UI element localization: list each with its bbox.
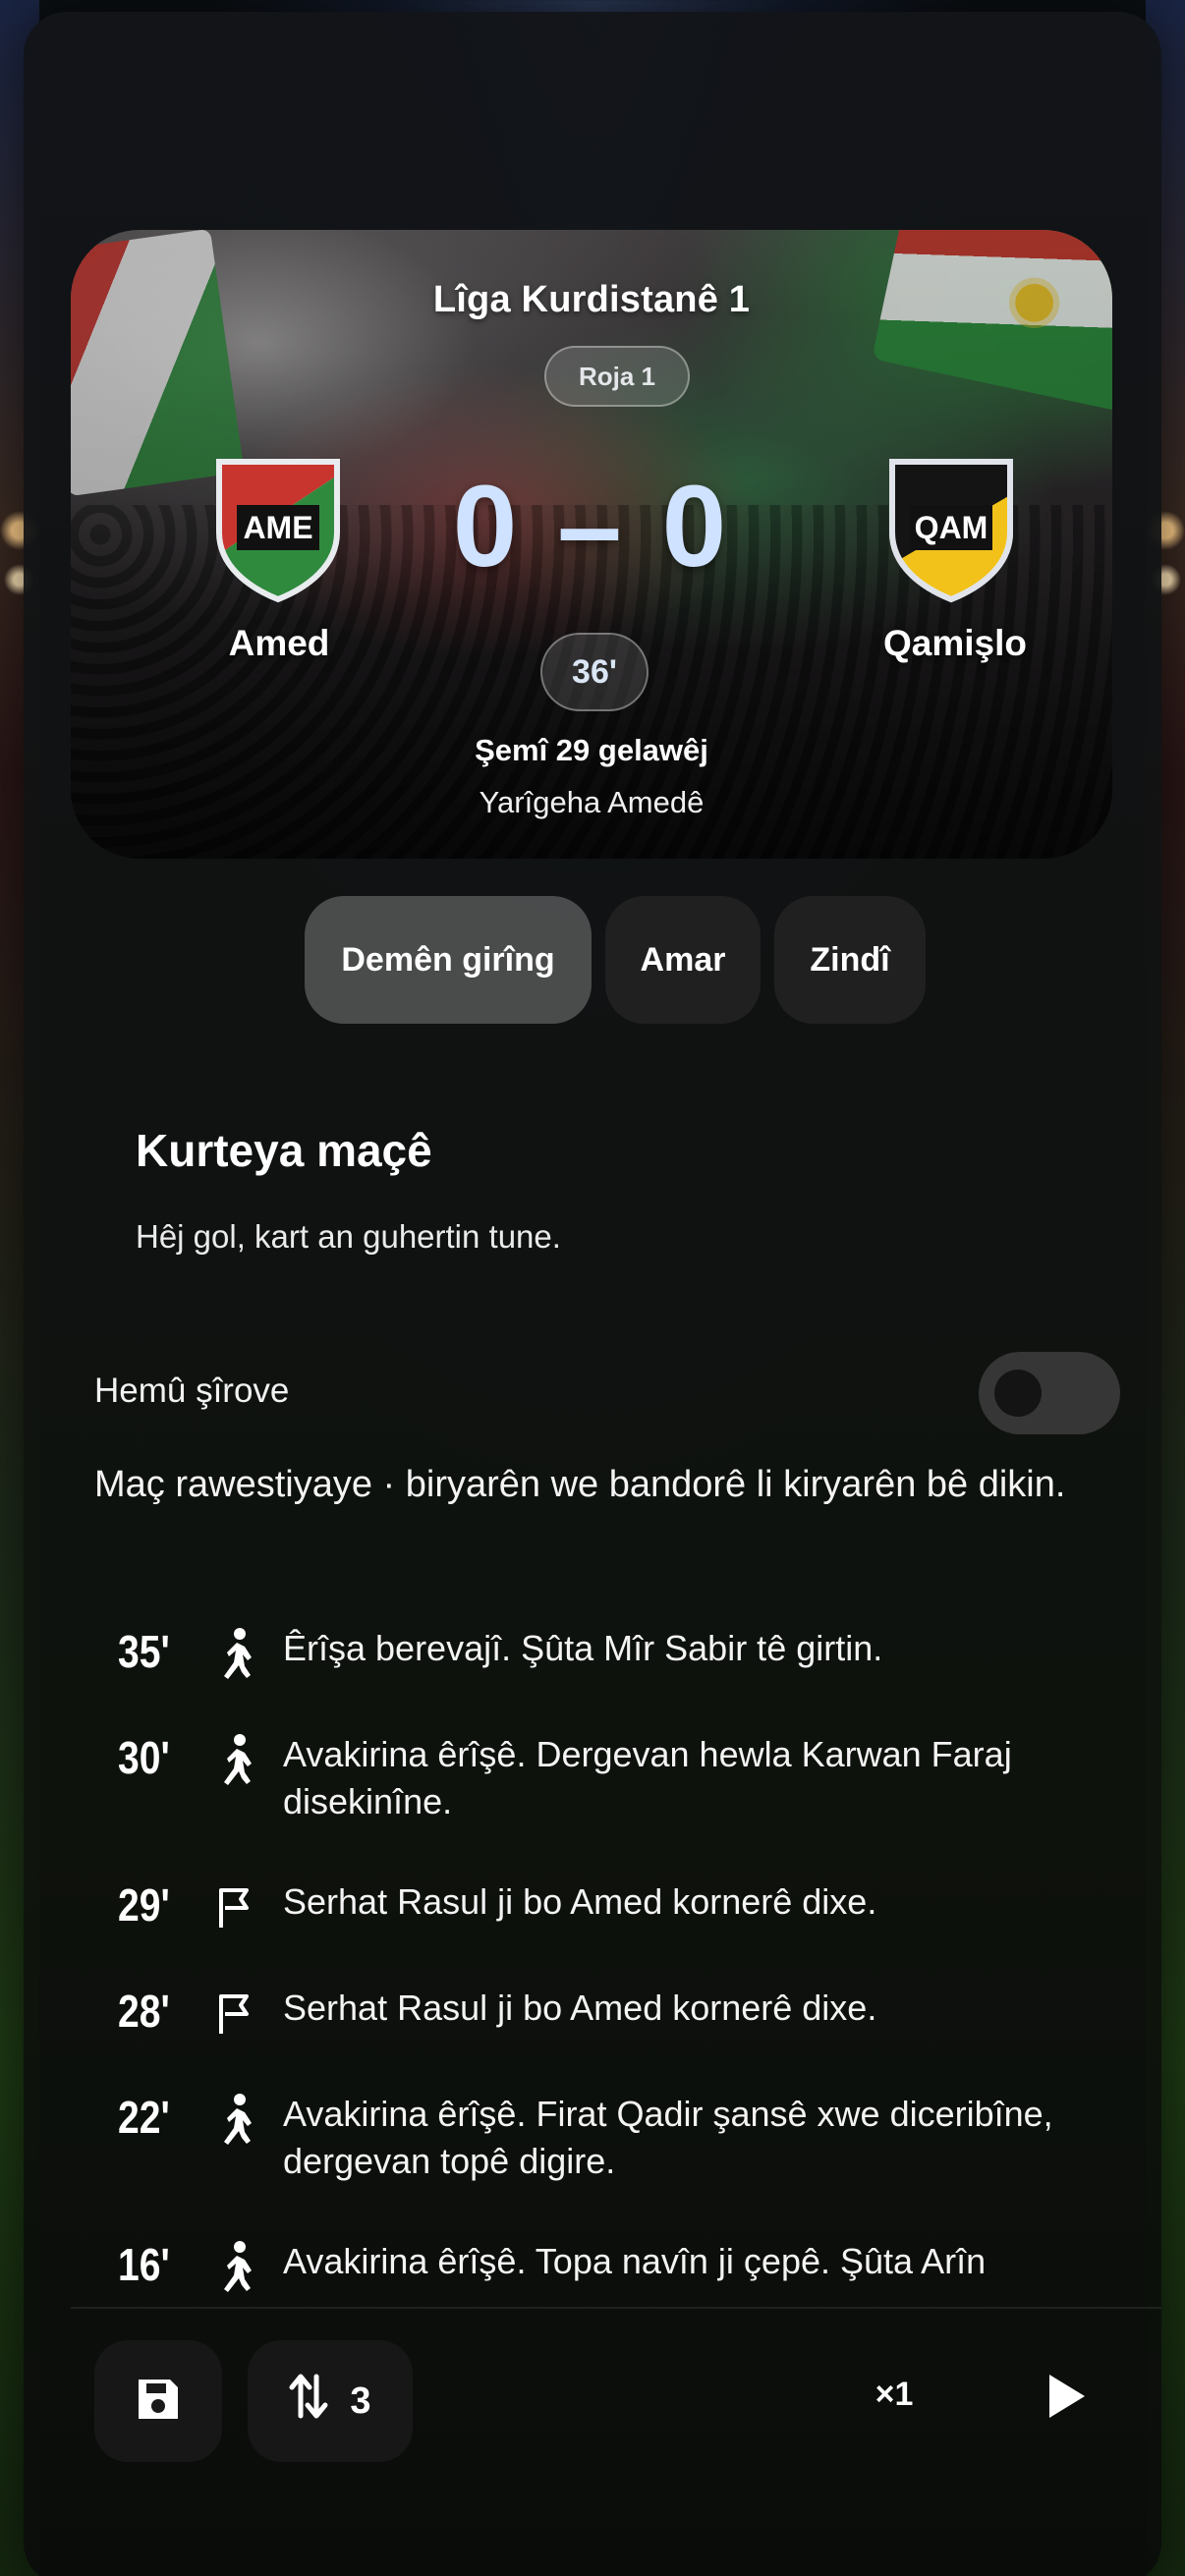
play-button[interactable] (1038, 2364, 1097, 2433)
tab-bar: Demên girîng Amar Zindî (305, 896, 926, 1024)
match-venue: Yarîgeha Amedê (479, 785, 705, 819)
bottom-bar-divider (71, 2307, 1161, 2309)
match-status-text: Maç rawestiyaye · biryarên we bandorê li… (94, 1464, 1066, 1505)
tab-live[interactable]: Zindî (774, 896, 926, 1024)
save-button[interactable] (94, 2340, 222, 2462)
commentary-text: Avakirina êrîşê. Dergevan hewla Karwan F… (283, 1734, 1012, 1821)
substitutions-count: 3 (350, 2380, 371, 2422)
commentary-text: Serhat Rasul ji bo Amed kornerê dixe. (283, 1988, 877, 2028)
save-icon (133, 2374, 184, 2430)
all-commentary-label: Hemû şîrove (94, 1372, 290, 1410)
running-icon (212, 2238, 257, 2297)
running-icon (212, 2091, 257, 2150)
commentary-text: Serhat Rasul ji bo Amed kornerê dixe. (283, 1881, 877, 1922)
league-title: Lîga Kurdistanê 1 (432, 279, 751, 320)
speed-button[interactable]: ×1 (865, 2376, 924, 2414)
away-team-crest: QAM (886, 456, 1016, 603)
round-badge: Roja 1 (544, 346, 690, 407)
match-header-card: Lîga Kurdistanê 1 Roja 1 AME QAM 0 – 0 A… (71, 230, 1112, 859)
commentary-minute: 35' (118, 1626, 170, 1677)
match-date: Şemî 29 gelawêj (475, 733, 708, 767)
commentary-text: Avakirina êrîşê. Topa navîn ji çepê. Şût… (283, 2241, 987, 2281)
running-icon (212, 1625, 257, 1684)
home-team-crest: AME (213, 456, 343, 603)
tab-key-moments[interactable]: Demên girîng (305, 896, 592, 1024)
swap-arrows-icon (289, 2371, 328, 2432)
commentary-minute: 29' (118, 1879, 170, 1931)
home-team-name: Amed (228, 623, 330, 663)
toggle-knob (994, 1370, 1042, 1417)
corner-flag-icon (212, 1985, 257, 2044)
all-commentary-toggle[interactable] (979, 1352, 1120, 1434)
svg-text:AME: AME (243, 510, 312, 545)
play-icon (1045, 2371, 1089, 2427)
match-panel: Lîga Kurdistanê 1 Roja 1 AME QAM 0 – 0 A… (24, 12, 1161, 2576)
commentary-minute: 22' (118, 2092, 170, 2143)
running-icon (212, 1731, 257, 1790)
summary-title: Kurteya maçê (136, 1125, 432, 1176)
tab-stats[interactable]: Amar (605, 896, 761, 1024)
commentary-text: Avakirina êrîşê. Firat Qadir şansê xwe d… (283, 2094, 1053, 2181)
commentary-minute: 28' (118, 1986, 170, 2037)
match-minute-badge: 36' (540, 633, 649, 711)
summary-text: Hêj gol, kart an guhertin tune. (136, 1218, 561, 1255)
commentary-minute: 30' (118, 1732, 170, 1783)
commentary-minute: 16' (118, 2239, 170, 2290)
away-team-name: Qamişlo (883, 623, 1027, 663)
corner-flag-icon (212, 1878, 257, 1937)
substitutions-button[interactable]: 3 (248, 2340, 413, 2462)
score: 0 – 0 (452, 462, 731, 591)
commentary-text: Êrîşa berevajî. Şûta Mîr Sabir tê girtin… (283, 1628, 883, 1668)
commentary-list: 35' Êrîşa berevajî. Şûta Mîr Sabir tê gi… (94, 1623, 1136, 2311)
svg-text:QAM: QAM (915, 510, 988, 545)
